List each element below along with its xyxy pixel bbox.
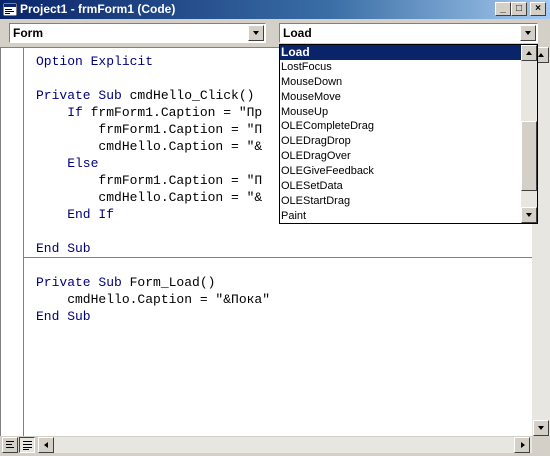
code-token: cmdHello_Click() — [129, 88, 255, 103]
scroll-right-button[interactable] — [514, 437, 530, 453]
arrow-down-icon — [526, 213, 532, 217]
code-keyword: Else — [36, 156, 99, 171]
procedure-list[interactable]: Load LostFocus MouseDown MouseMove MouseUp OL… — [280, 45, 521, 224]
procedure-combo-dropdown-button[interactable] — [520, 25, 536, 41]
object-combo[interactable]: Form — [9, 23, 266, 43]
dropdown-item[interactable]: MouseUp — [280, 105, 521, 120]
minimize-icon: _ — [500, 3, 506, 14]
horizontal-scrollbar[interactable] — [0, 436, 532, 454]
code-keyword: Private Sub — [36, 88, 130, 103]
procedure-combo[interactable]: Load — [279, 23, 538, 43]
code-keyword: Private Sub — [36, 275, 130, 290]
code-token: frmForm1.Caption = "П — [36, 173, 263, 188]
arrow-down-icon — [538, 426, 544, 430]
dropdown-scroll-thumb[interactable] — [521, 121, 537, 191]
code-line[interactable] — [36, 70, 270, 87]
title-bar[interactable]: Project1 - frmForm1 (Code) _ □ × — [0, 0, 550, 19]
code-token: cmdHello.Caption = "& — [36, 139, 263, 154]
procedure-view-button[interactable] — [2, 437, 18, 453]
dropdown-item[interactable]: OLEDragOver — [280, 149, 521, 164]
arrow-left-icon — [44, 442, 48, 448]
dropdown-item[interactable]: LostFocus — [280, 60, 521, 75]
code-token: cmdHello.Caption = "& — [36, 190, 263, 205]
code-keyword: End Sub — [36, 309, 91, 324]
arrow-up-icon — [526, 51, 532, 55]
editor-margin[interactable] — [1, 48, 24, 436]
code-keyword: If — [36, 105, 91, 120]
dropdown-item[interactable]: MouseMove — [280, 90, 521, 105]
size-grip[interactable] — [533, 437, 550, 454]
code-token: frmForm1.Caption = "Пр — [90, 105, 263, 120]
code-line[interactable]: cmdHello.Caption = "&Пока" — [36, 291, 270, 308]
minimize-button[interactable]: _ — [495, 2, 511, 16]
code-line[interactable]: End If — [36, 206, 270, 223]
scroll-left-button[interactable] — [38, 437, 54, 453]
code-line[interactable]: Private Sub Form_Load() — [36, 274, 270, 291]
close-button[interactable]: × — [530, 2, 546, 16]
code-keyword: End Sub — [36, 241, 91, 256]
code-line[interactable] — [36, 223, 270, 240]
window-title: Project1 - frmForm1 (Code) — [20, 2, 176, 16]
dropdown-item[interactable]: Load — [280, 45, 521, 60]
procedure-combo-value: Load — [283, 26, 312, 40]
code-window: Project1 - frmForm1 (Code) _ □ × Form Lo… — [0, 0, 550, 456]
object-combo-value: Form — [13, 26, 43, 40]
code-line[interactable]: End Sub — [36, 308, 270, 325]
dropdown-item[interactable]: OLECompleteDrag — [280, 119, 521, 134]
code-line[interactable] — [36, 257, 270, 274]
code-text[interactable]: Option Explicit Private Sub cmdHello_Cli… — [36, 53, 270, 325]
code-line[interactable]: cmdHello.Caption = "& — [36, 189, 270, 206]
code-line[interactable]: frmForm1.Caption = "П — [36, 121, 270, 138]
full-module-view-button[interactable] — [19, 437, 35, 453]
code-line[interactable]: cmdHello.Caption = "& — [36, 138, 270, 155]
object-combo-dropdown-button[interactable] — [248, 25, 264, 41]
code-keyword: Option Explicit — [36, 54, 154, 69]
dropdown-item[interactable]: OLEDragDrop — [280, 134, 521, 149]
code-keyword: End If — [36, 207, 115, 222]
code-line[interactable]: Private Sub cmdHello_Click() — [36, 87, 270, 104]
chevron-down-icon — [525, 31, 531, 35]
arrow-up-icon — [538, 53, 544, 57]
code-line[interactable]: If frmForm1.Caption = "Пр — [36, 104, 270, 121]
code-token: cmdHello.Caption = "&Пока" — [36, 292, 271, 307]
code-line[interactable]: Option Explicit — [36, 53, 270, 70]
code-token: Form_Load() — [129, 275, 216, 290]
arrow-right-icon — [521, 442, 525, 448]
horizontal-scroll-track[interactable] — [38, 437, 532, 453]
dropdown-item[interactable]: Paint — [280, 209, 521, 224]
dropdown-scroll-up-button[interactable] — [521, 45, 537, 61]
close-icon: × — [535, 3, 541, 14]
dropdown-item[interactable]: OLEStartDrag — [280, 194, 521, 209]
maximize-button[interactable]: □ — [511, 2, 527, 16]
chevron-down-icon — [253, 31, 259, 35]
dropdown-scrollbar[interactable] — [521, 45, 537, 223]
dropdown-item[interactable]: OLEGiveFeedback — [280, 164, 521, 179]
dropdown-scroll-down-button[interactable] — [521, 207, 537, 223]
code-line[interactable]: Else — [36, 155, 270, 172]
scroll-down-button[interactable] — [533, 420, 549, 436]
procedure-dropdown-list[interactable]: Load LostFocus MouseDown MouseMove MouseUp OL… — [279, 44, 538, 224]
dropdown-item[interactable]: MouseDown — [280, 75, 521, 90]
code-line[interactable]: frmForm1.Caption = "П — [36, 172, 270, 189]
maximize-icon: □ — [515, 3, 523, 14]
code-token: frmForm1.Caption = "П — [36, 122, 263, 137]
procedure-separator — [24, 257, 532, 258]
vb-code-window-icon — [3, 3, 17, 16]
dropdown-item[interactable]: OLESetData — [280, 179, 521, 194]
code-line[interactable]: End Sub — [36, 240, 270, 257]
